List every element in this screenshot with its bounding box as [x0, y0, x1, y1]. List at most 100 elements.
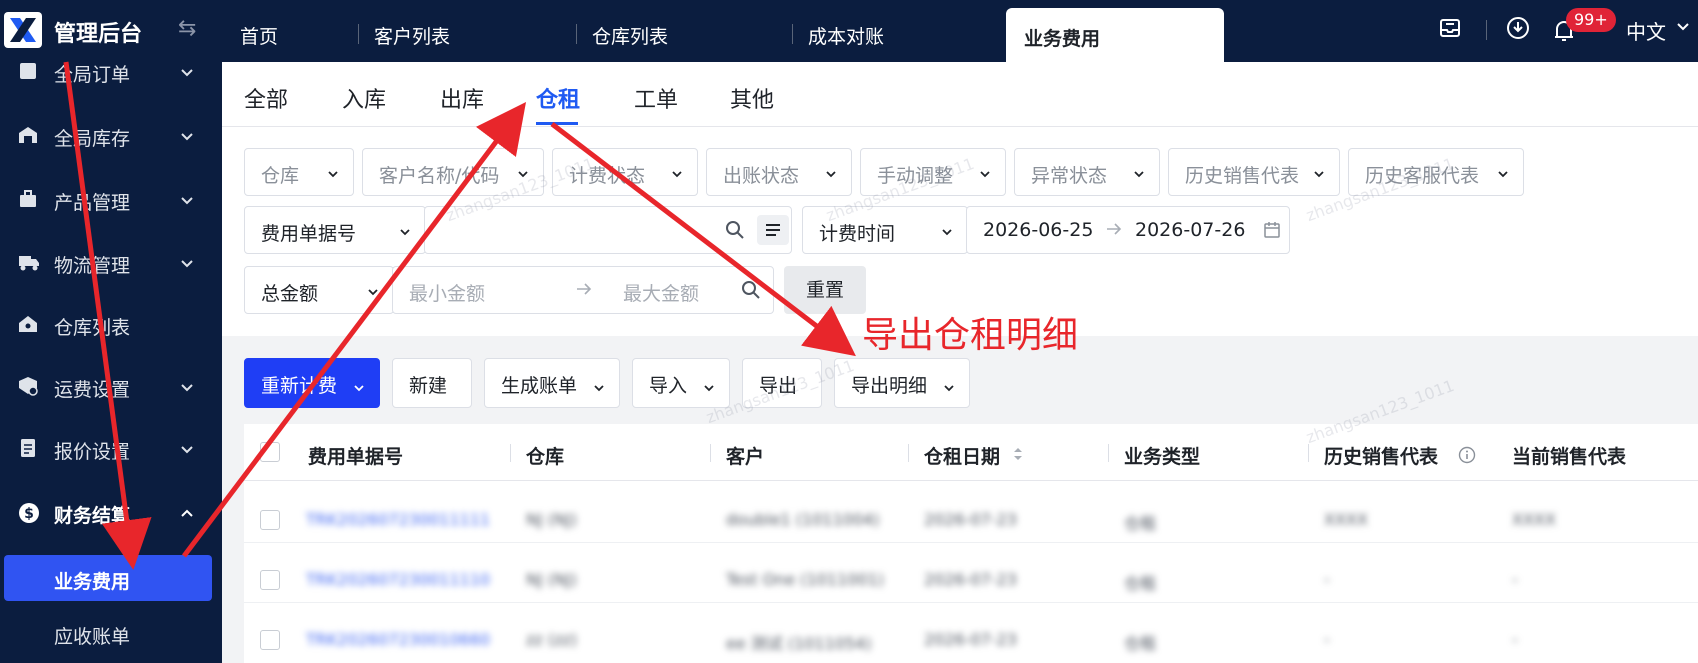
- recalculate-button[interactable]: 重新计费: [244, 358, 380, 408]
- chevron-down-icon: [367, 283, 379, 302]
- sidebar-item-global-inventory[interactable]: 全局库存: [0, 122, 222, 152]
- chevron-down-icon: [979, 165, 991, 184]
- button-label: 导入: [649, 375, 688, 397]
- tab-cost-reconciliation[interactable]: 成本对账: [808, 22, 884, 49]
- row-checkbox[interactable]: [260, 630, 280, 650]
- subtab-other[interactable]: 其他: [730, 82, 774, 114]
- table-cell: -: [1512, 630, 1518, 649]
- subtab-outbound[interactable]: 出库: [440, 82, 484, 114]
- chevron-down-icon: [1497, 165, 1509, 184]
- calendar-icon[interactable]: [1263, 221, 1281, 243]
- house-icon: [18, 314, 38, 338]
- x-logo-icon[interactable]: [4, 12, 42, 48]
- row-checkbox[interactable]: [260, 570, 280, 590]
- download-icon[interactable]: [1506, 16, 1530, 44]
- tab-business-fees-label: 业务费用: [1024, 28, 1101, 50]
- tab-business-fees[interactable]: 业务费用: [1006, 8, 1224, 62]
- sidebar-item-label: 报价设置: [54, 441, 131, 463]
- chevron-down-icon: [1133, 165, 1145, 184]
- max-amount-input[interactable]: 最大金额: [623, 279, 699, 306]
- chevron-down-icon: [1676, 18, 1690, 37]
- chevron-down-icon: [1313, 165, 1325, 184]
- column-header: 仓库: [526, 446, 565, 468]
- min-amount-input[interactable]: 最小金额: [409, 279, 485, 306]
- column-header: 历史销售代表: [1324, 446, 1439, 468]
- dollar-icon: $: [18, 502, 40, 528]
- select-all-checkbox[interactable]: [260, 442, 280, 462]
- sidebar-subitem-business-fees[interactable]: 业务费用: [4, 555, 212, 601]
- export-detail-button[interactable]: 导出明细: [834, 358, 970, 408]
- chevron-down-icon: [593, 377, 605, 399]
- filter-panel: 全部 入库 出库 仓租 工单 其他 仓库 客户名称/代码 计费状态 出账状态 手…: [222, 62, 1698, 336]
- history-sales-rep-filter[interactable]: 历史销售代表: [1168, 148, 1340, 196]
- date-range-picker[interactable]: 2026-06-25 2026-07-26: [966, 206, 1290, 254]
- tab-customer-list[interactable]: 客户列表: [374, 22, 450, 49]
- collapse-sidebar-icon[interactable]: ⇆: [178, 16, 196, 41]
- chevron-down-icon: [353, 377, 365, 399]
- sidebar-item-logistics[interactable]: 物流管理: [0, 249, 222, 279]
- chevron-down-icon: [703, 377, 715, 399]
- table-cell: 2026-07-23: [924, 630, 1017, 649]
- tab-warehouse-list[interactable]: 仓库列表: [592, 22, 668, 49]
- table-cell: NJ (NJ): [526, 570, 577, 589]
- sidebar-item-quote-settings[interactable]: 报价设置: [0, 435, 222, 465]
- info-icon[interactable]: [1458, 446, 1476, 468]
- chevron-down-icon: [180, 255, 194, 274]
- fee-doc-link[interactable]: TRK202607230010660: [306, 630, 490, 649]
- search-icon[interactable]: [741, 280, 761, 304]
- generate-bill-button[interactable]: 生成账单: [484, 358, 620, 408]
- annotation-label: 导出仓租明细: [862, 315, 1079, 356]
- fee-doc-link[interactable]: TRK202607230011111: [306, 510, 490, 529]
- subtab-work-order[interactable]: 工单: [634, 82, 678, 114]
- sidebar-item-shipping-settings[interactable]: 运费设置: [0, 373, 222, 403]
- language-selector[interactable]: 中文: [1626, 16, 1666, 45]
- inbox-icon[interactable]: [1438, 16, 1462, 44]
- table-cell: 2026-07-23: [924, 510, 1017, 529]
- exception-status-filter[interactable]: 异常状态: [1014, 148, 1160, 196]
- warehouse-icon: [18, 125, 38, 149]
- subtab-inbound[interactable]: 入库: [342, 82, 386, 114]
- chevron-down-icon: [180, 379, 194, 398]
- column-header[interactable]: 仓租日期: [924, 442, 1000, 469]
- row-divider: [244, 542, 1698, 543]
- tab-home[interactable]: 首页: [240, 22, 278, 49]
- order-icon: [18, 62, 38, 85]
- table-cell: -: [1512, 570, 1518, 589]
- amount-range-input[interactable]: 最小金额 最大金额: [392, 266, 774, 314]
- table-cell: 仓租: [1124, 634, 1157, 653]
- row-checkbox[interactable]: [260, 510, 280, 530]
- sidebar-subitem-receivable-bills[interactable]: 应收账单: [54, 622, 130, 649]
- create-button[interactable]: 新建: [392, 358, 472, 408]
- import-button[interactable]: 导入: [632, 358, 730, 408]
- table-cell: 仓租: [1124, 574, 1157, 593]
- table-cell: -: [1324, 570, 1330, 589]
- button-label: 生成账单: [501, 375, 578, 397]
- tab-separator: [576, 24, 577, 44]
- reset-button[interactable]: 重置: [784, 266, 866, 314]
- warehouse-filter[interactable]: 仓库: [244, 148, 354, 196]
- row-divider: [244, 602, 1698, 603]
- subtab-all[interactable]: 全部: [244, 82, 288, 114]
- chevron-down-icon: [180, 192, 194, 211]
- multi-line-icon[interactable]: [757, 215, 789, 245]
- sort-icon[interactable]: [1012, 446, 1024, 466]
- sidebar-item-warehouse-list[interactable]: 仓库列表: [0, 311, 222, 341]
- table-cell: double1 (1011004): [726, 510, 880, 529]
- statement-status-filter[interactable]: 出账状态: [706, 148, 852, 196]
- subtab-storage-rent[interactable]: 仓租: [536, 82, 580, 114]
- sidebar-item-finance-settlement[interactable]: $ 财务结算: [0, 499, 222, 529]
- main-content: 全部 入库 出库 仓租 工单 其他 仓库 客户名称/代码 计费状态 出账状态 手…: [222, 62, 1698, 663]
- end-date: 2026-07-26: [1135, 219, 1246, 241]
- amount-type-select[interactable]: 总金额: [244, 266, 394, 314]
- sidebar-item-product-management[interactable]: 产品管理: [0, 186, 222, 216]
- search-icon[interactable]: [725, 220, 745, 244]
- fee-doc-link[interactable]: TRK202607230011110: [306, 570, 490, 589]
- sidebar-item-label: 全局订单: [54, 64, 131, 86]
- chevron-down-icon: [180, 64, 194, 83]
- table-cell: XXXX: [1324, 510, 1368, 529]
- divider: [222, 126, 1698, 127]
- sidebar-item-global-orders[interactable]: 全局订单: [0, 62, 222, 88]
- chevron-down-icon: [180, 128, 194, 147]
- doc-no-type-select[interactable]: 费用单据号: [244, 206, 426, 254]
- sidebar-item-label: 仓库列表: [54, 317, 131, 339]
